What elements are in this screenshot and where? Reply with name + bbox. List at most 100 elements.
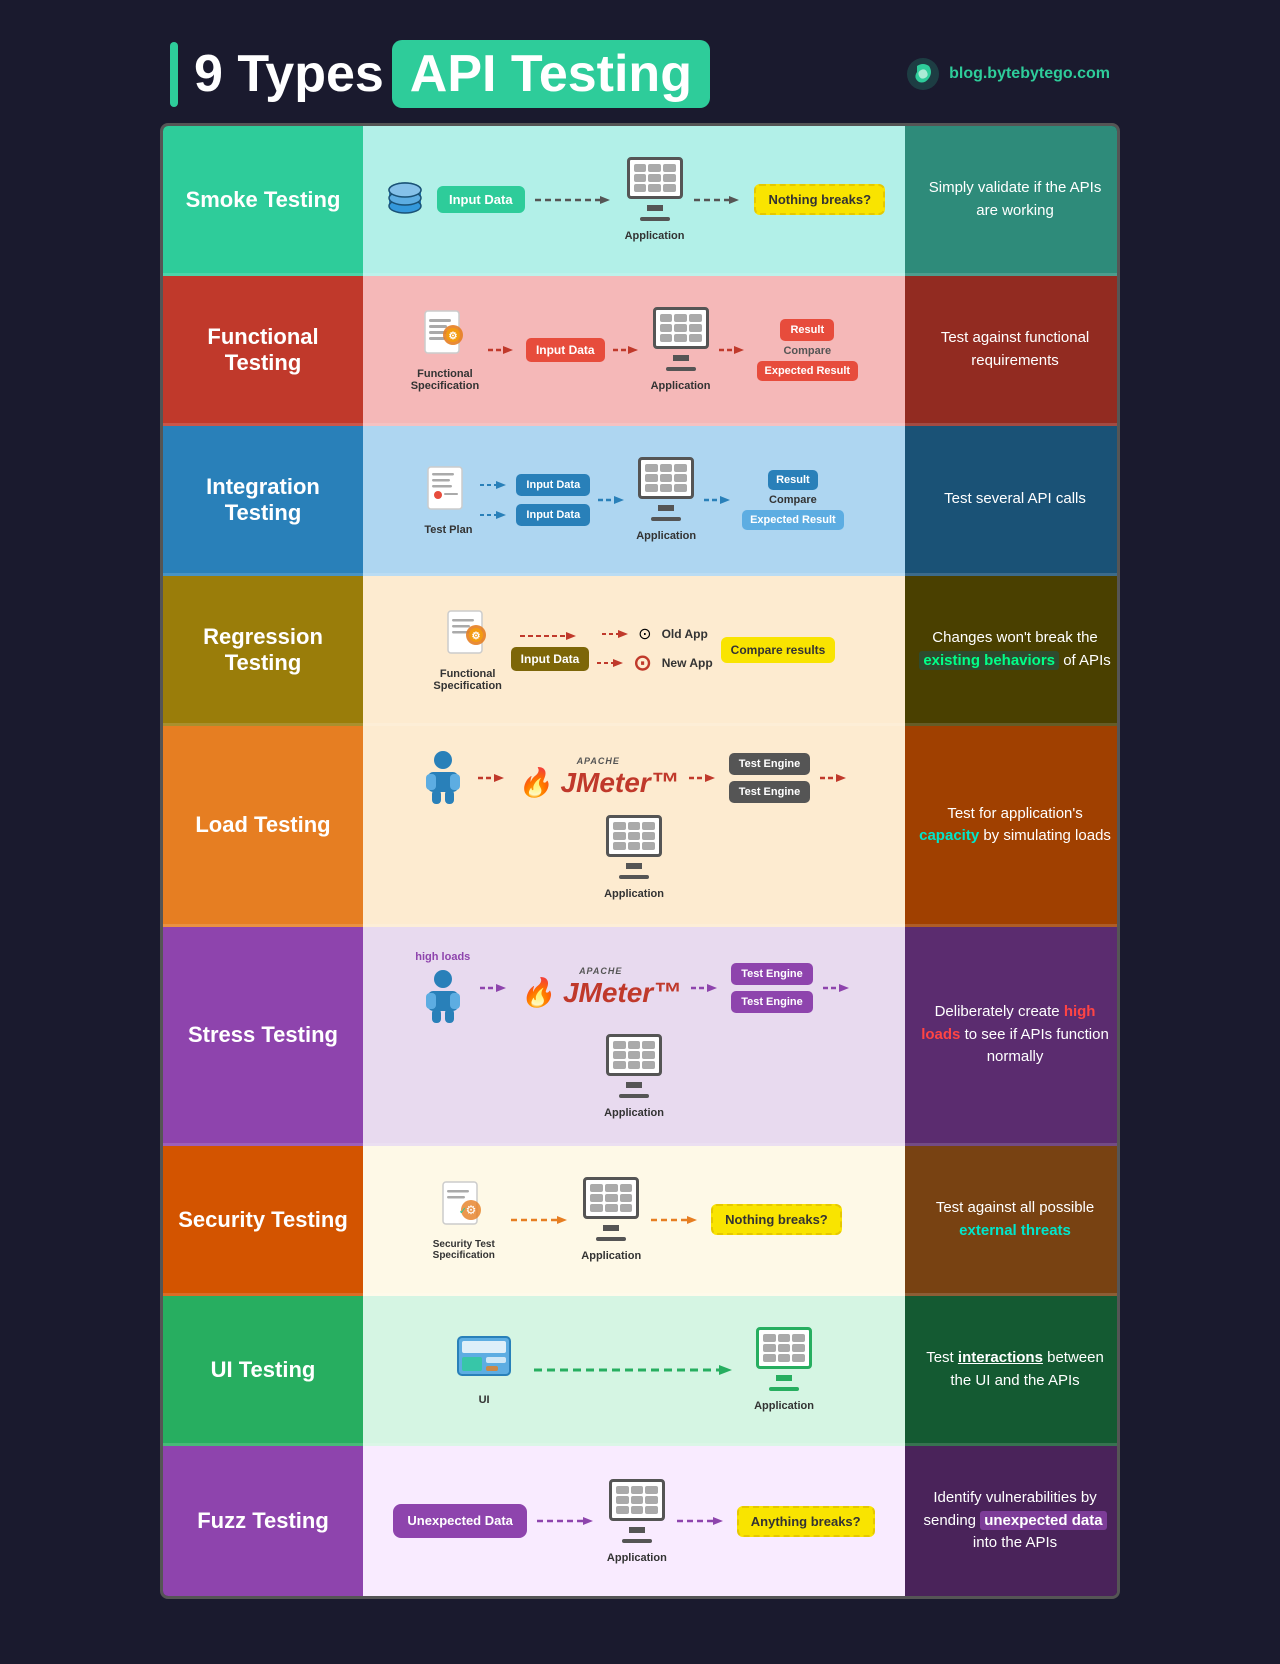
stress-label: Stress Testing [188, 1022, 338, 1048]
load-app: Application [604, 815, 664, 900]
smoke-mid: Input Data Application [363, 126, 905, 276]
fuzz-unexpected: Unexpected Data [393, 1504, 526, 1538]
functional-right: Test against functional requirements [905, 276, 1120, 426]
regression-diagram: ⚙ Functional Specification Input Data ⊙ … [383, 599, 885, 700]
title-bar [170, 42, 178, 107]
fuzz-mid: Unexpected Data Application [363, 1446, 905, 1596]
smoke-input-box: Input Data [437, 186, 525, 213]
integ-testplan: Test Plan [424, 463, 472, 536]
brand-text: blog.bytebytego.com [949, 65, 1110, 83]
security-diagram: ⚙ ✓ Security Test Specification [383, 1169, 885, 1270]
ui-label: UI Testing [211, 1357, 316, 1383]
svg-text:⚙: ⚙ [448, 331, 457, 342]
func-spec-icon: ⚙ Functional Specification [410, 307, 480, 392]
stress-diagram: high loads APACHE 🔥 [383, 943, 885, 1127]
func-arrow3 [719, 340, 749, 360]
func-arrow2 [613, 340, 643, 360]
smoke-nothing-breaks: Nothing breaks? [754, 184, 885, 215]
testing-grid: Smoke Testing Input Data [160, 123, 1120, 1599]
integration-right: Test several API calls [905, 426, 1120, 576]
main-container: 9 Types API Testing blog.bytebytego.com … [160, 20, 1120, 1599]
stress-person: high loads [415, 951, 470, 1024]
load-diagram: APACHE 🔥 JMeter™ Test Engine Test Engine [383, 742, 885, 908]
fuzz-app: Application [607, 1479, 667, 1564]
api-badge: API Testing [392, 40, 710, 108]
func-results: Result Compare Expected Result [757, 319, 859, 381]
integ-arrow [598, 490, 628, 510]
load-left: Load Testing [163, 726, 363, 927]
security-mid: ⚙ ✓ Security Test Specification [363, 1146, 905, 1296]
fuzz-diagram: Unexpected Data Application [383, 1471, 885, 1572]
load-person [418, 750, 468, 805]
regression-left: Regression Testing [163, 576, 363, 726]
security-label: Security Testing [178, 1207, 348, 1233]
smoke-left: Smoke Testing [163, 126, 363, 276]
stress-mid: high loads APACHE 🔥 [363, 927, 905, 1146]
security-app: Application [581, 1177, 641, 1262]
load-mid: APACHE 🔥 JMeter™ Test Engine Test Engine [363, 726, 905, 927]
ui-diagram: UI Application [383, 1319, 885, 1420]
integration-diagram: Test Plan Input Data Input Data [383, 449, 885, 550]
smoke-right: Simply validate if the APIs are working [905, 126, 1120, 276]
security-right: Test against all possible external threa… [905, 1146, 1120, 1296]
functional-left: Functional Testing [163, 276, 363, 426]
integ-results: Result Compare Expected Result [742, 470, 844, 530]
functional-label: Functional Testing [175, 324, 351, 376]
security-nothing-breaks: Nothing breaks? [711, 1204, 842, 1235]
svg-text:⚙: ⚙ [465, 1203, 476, 1217]
stress-engines: Test Engine Test Engine [731, 963, 813, 1013]
integ-inputs: Input Data Input Data [480, 474, 590, 526]
regression-mid: ⚙ Functional Specification Input Data ⊙ … [363, 576, 905, 726]
integ-screen [638, 457, 694, 499]
load-label: Load Testing [195, 812, 330, 838]
title-prefix: 9 Types [194, 44, 384, 104]
smoke-arrow2 [694, 190, 744, 210]
stress-left: Stress Testing [163, 927, 363, 1146]
regress-compare: Compare results [721, 637, 836, 663]
svg-text:✓: ✓ [459, 1206, 467, 1217]
page-title: 9 Types API Testing [170, 40, 710, 108]
ui-arrow [534, 1358, 734, 1382]
load-engines: Test Engine Test Engine [729, 753, 811, 803]
regression-right: Changes won't break the existing behavio… [905, 576, 1120, 726]
load-jmeter: APACHE 🔥 JMeter™ [518, 756, 679, 799]
stress-right: Deliberately create high loads to see if… [905, 927, 1120, 1146]
ui-right: Test interactions between the UI and the… [905, 1296, 1120, 1446]
integ-arrow2 [704, 490, 734, 510]
func-app: Application [651, 307, 711, 392]
ui-app: Application [754, 1327, 814, 1412]
regress-apps: ⊙ Old App ⊙ New App [597, 624, 712, 676]
ui-left: UI Testing [163, 1296, 363, 1446]
regression-label: Regression Testing [175, 624, 351, 676]
stress-app: Application [604, 1034, 664, 1119]
fuzz-left: Fuzz Testing [163, 1446, 363, 1596]
functional-desc: Test against functional requirements [917, 327, 1113, 372]
fuzz-right: Identify vulnerabilities by sending unex… [905, 1446, 1120, 1596]
load-right: Test for application's capacity by simul… [905, 726, 1120, 927]
smoke-label: Smoke Testing [186, 187, 341, 213]
smoke-screen [627, 157, 683, 199]
integ-app: Application [636, 457, 696, 542]
integration-left: Integration Testing [163, 426, 363, 576]
functional-diagram: ⚙ Functional Specification Input Data [383, 299, 885, 400]
fuzz-anything-breaks: Anything breaks? [737, 1506, 875, 1537]
regress-spec: ⚙ Functional Specification [433, 607, 503, 692]
ui-mid: UI Application [363, 1296, 905, 1446]
smoke-data-icon [383, 178, 427, 222]
func-input: Input Data [526, 338, 605, 362]
smoke-arrow1 [535, 190, 615, 210]
integration-mid: Test Plan Input Data Input Data [363, 426, 905, 576]
fuzz-label: Fuzz Testing [197, 1508, 329, 1534]
smoke-diagram: Input Data Application [383, 147, 885, 252]
svg-text:⚙: ⚙ [471, 631, 480, 642]
header: 9 Types API Testing blog.bytebytego.com [160, 20, 1120, 123]
smoke-desc: Simply validate if the APIs are working [917, 177, 1113, 222]
brand-icon [905, 56, 941, 92]
func-arrow1 [488, 340, 518, 360]
integration-desc: Test several API calls [944, 488, 1086, 511]
security-left: Security Testing [163, 1146, 363, 1296]
brand: blog.bytebytego.com [905, 56, 1110, 92]
smoke-app: Application [625, 157, 685, 242]
security-spec-icon: ⚙ ✓ Security Test Specification [426, 1178, 501, 1261]
stress-jmeter: APACHE 🔥 JMeter™ [520, 966, 681, 1009]
